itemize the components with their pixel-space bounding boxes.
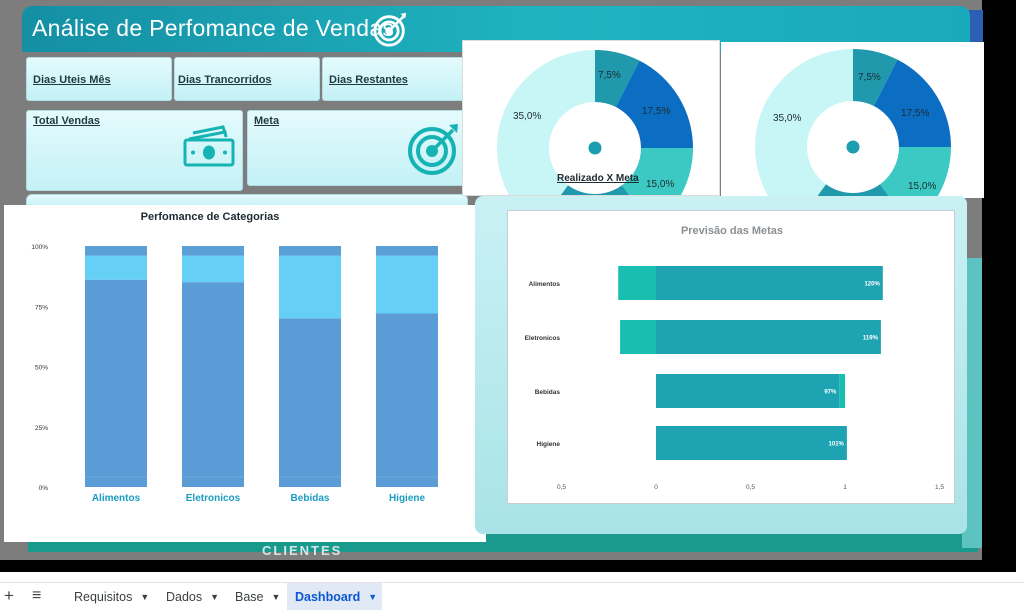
y-tick-label: 50% (35, 365, 48, 372)
x-tick-label: 0 (654, 484, 658, 491)
bar-segment (85, 246, 147, 256)
category-chart-title: Perfomance de Categorias (140, 211, 280, 223)
forecast-bar (656, 426, 847, 460)
target-icon (373, 12, 407, 47)
bar-segment (279, 318, 341, 487)
bar-segment (279, 246, 341, 256)
forecast-bar-negative (618, 266, 656, 300)
y-tick-label: 25% (35, 425, 48, 432)
y-tick-label: 75% (35, 304, 48, 311)
category-performance-panel: Perfomance de Categorias 0% 25% 50% 75% 100%… (4, 205, 486, 542)
slice-label-d: 35,0% (513, 111, 541, 122)
slice-label-c: 15,0% (908, 181, 936, 192)
bar-segment (85, 279, 147, 487)
donut-center-dot (588, 141, 602, 155)
x-tick-label: 1,5 (935, 484, 944, 491)
x-tick-label: 0,5 (746, 484, 755, 491)
kpi-dias-uteis-label: Dias Uteis Mês (33, 74, 111, 86)
category-label: Alimentos (92, 493, 141, 504)
bar-segment (279, 255, 341, 319)
chevron-down-icon[interactable]: ▼ (368, 592, 377, 602)
kpi-dias-uteis-card[interactable]: Dias Uteis Mês (26, 57, 172, 101)
forecast-category-label: Eletronicos (525, 335, 561, 342)
dashboard-title: Análise de Perfomance de Vendas (32, 15, 395, 41)
forecast-bar (656, 320, 881, 354)
sheet-tab-label: Base (235, 590, 264, 604)
all-sheets-menu-icon[interactable]: ≡ (32, 588, 41, 604)
bar-segment (182, 282, 244, 487)
hidden-clientes-text: CLIENTES (262, 544, 343, 558)
bar-segment (376, 313, 438, 487)
forecast-chart: 0,5 0 0,5 1 1,5 Alimentos 120% Eletronicos 119% B… (525, 266, 944, 491)
category-chart: 0% 25% 50% 75% 100% Alimentos Eletronicos Bebid… (31, 244, 438, 504)
y-tick-label: 100% (31, 244, 48, 251)
sheet-tab-dados[interactable]: Dados ▼ (158, 583, 227, 610)
slice-label-a: 7,5% (858, 72, 881, 83)
forecast-bar-gap (839, 374, 845, 408)
category-label: Higiene (389, 493, 426, 504)
sheet-tab-label: Dados (166, 590, 203, 604)
chevron-down-icon[interactable]: ▼ (140, 592, 149, 602)
kpi-dias-restantes-card[interactable]: Dias Restantes (322, 57, 468, 101)
donut-panel-realizado-meta: 7,5% 17,5% 15,0% 35,0% Realizado X Meta (462, 40, 720, 196)
money-icon (183, 125, 235, 167)
slice-label-c: 15,0% (646, 179, 674, 190)
kpi-dias-trancorridos-card[interactable]: Dias Trancorridos (174, 57, 320, 101)
kpi-meta-label: Meta (254, 115, 280, 127)
donut-panel-right: 7,5% 17,5% 15,0% 35,0% (721, 42, 984, 198)
kpi-total-vendas-card[interactable]: Total Vendas (26, 110, 243, 191)
forecast-data-label: 120% (864, 282, 880, 288)
y-tick-label: 0% (39, 485, 49, 492)
donut-slice-d (755, 49, 853, 198)
add-sheet-button[interactable]: + (4, 587, 14, 604)
category-label: Eletronicos (186, 493, 241, 504)
bar-segment (376, 255, 438, 314)
forecast-data-label: 119% (863, 336, 879, 342)
forecast-category-label: Higiene (537, 441, 561, 448)
forecast-data-label: 97% (824, 390, 837, 396)
sheet-tab-requisitos[interactable]: Requisitos ▼ (66, 583, 157, 610)
kpi-total-vendas-label: Total Vendas (33, 115, 101, 127)
sheet-tab-bar: + ≡ Requisitos ▼ Dados ▼ Base ▼ Dashboar… (0, 582, 1024, 610)
forecast-bar (656, 266, 883, 300)
slice-label-a: 7,5% (598, 70, 621, 81)
kpi-dias-trancorridos-label: Dias Trancorridos (178, 74, 272, 86)
x-tick-label: 0,5 (557, 484, 566, 491)
donut-center-dot (846, 140, 860, 154)
chevron-down-icon[interactable]: ▼ (210, 592, 219, 602)
sheet-tab-label: Requisitos (74, 590, 133, 604)
bar-segment (182, 246, 244, 256)
chevron-down-icon[interactable]: ▼ (272, 592, 281, 602)
category-label: Bebidas (291, 493, 330, 504)
forecast-data-label: 101% (829, 442, 845, 448)
target-icon (408, 124, 458, 175)
donut-title: Realizado X Meta (557, 173, 639, 184)
forecast-bar (656, 374, 840, 408)
blue-decor-edge (969, 10, 983, 45)
bar-segment (182, 255, 244, 283)
kpi-dias-restantes-label: Dias Restantes (329, 74, 408, 86)
sheet-tab-label: Dashboard (295, 590, 361, 604)
forecast-bar-negative (620, 320, 656, 354)
bar-segment (376, 246, 438, 256)
x-tick-label: 1 (843, 484, 847, 491)
forecast-chart-area: Previsão das Metas 0,5 0 0,5 1 1,5 Alimentos 1… (507, 210, 955, 504)
forecast-category-label: Alimentos (529, 281, 561, 288)
donut-chart: 7,5% 17,5% 15,0% 35,0% (755, 49, 951, 198)
slice-label-d: 35,0% (773, 113, 801, 124)
slice-label-b: 17,5% (901, 108, 929, 119)
sheet-tab-dashboard[interactable]: Dashboard ▼ (287, 583, 382, 610)
forecast-category-label: Bebidas (535, 389, 561, 396)
slice-label-b: 17,5% (642, 106, 670, 117)
sheet-tab-base[interactable]: Base ▼ (227, 583, 288, 610)
bar-segment (85, 255, 147, 280)
kpi-meta-card[interactable]: Meta (247, 110, 467, 186)
spreadsheet-view: CLIENTES Análise de Perfomance de Vendas… (0, 0, 1024, 610)
